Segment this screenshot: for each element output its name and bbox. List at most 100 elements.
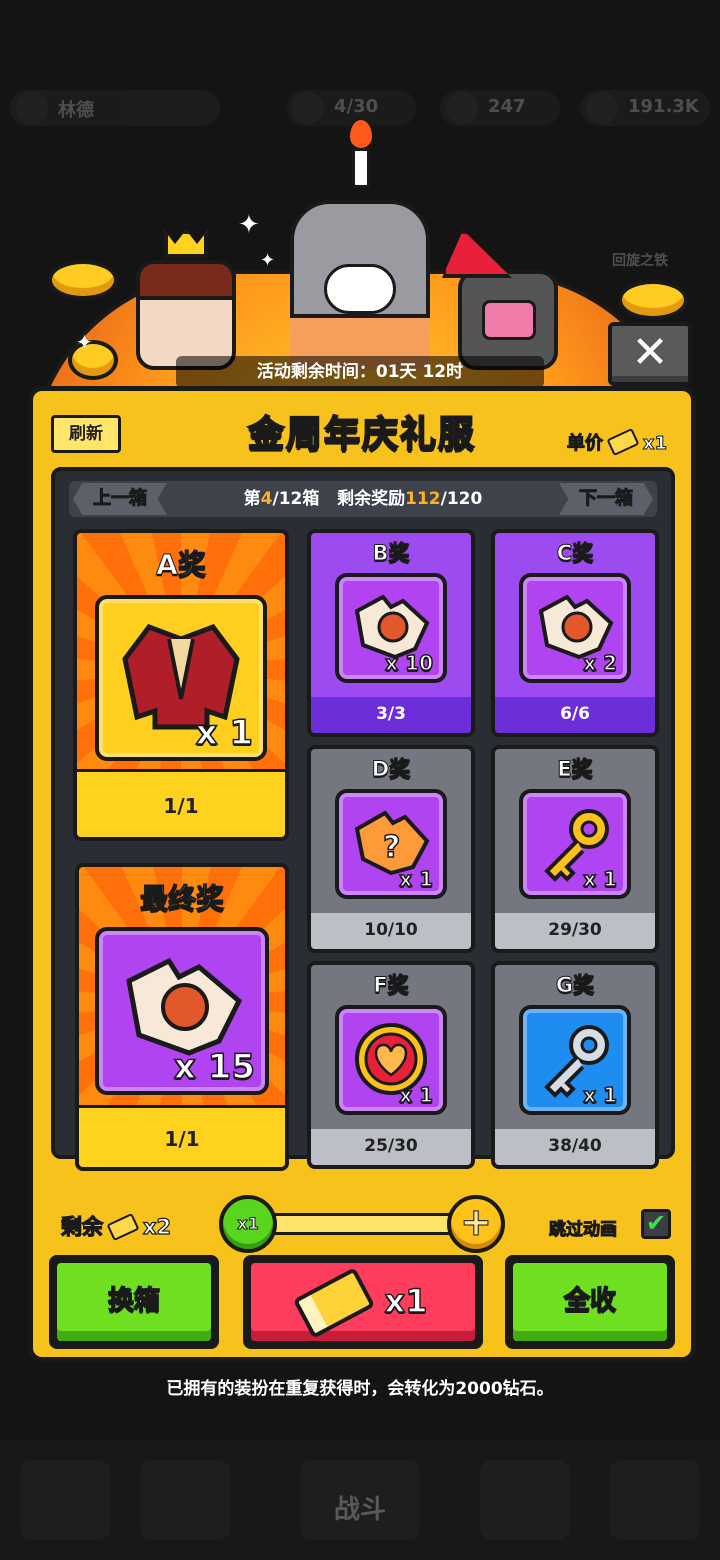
background-resource-value: 247	[488, 96, 526, 117]
box-progress-info: 第4/12箱 剩余奖励112/120	[179, 481, 547, 517]
background-resource-value: 4/30	[334, 96, 379, 117]
gold-key-icon: x 1	[519, 789, 631, 899]
background-resource-energy: 4/30	[286, 90, 416, 126]
reward-remaining: 112	[405, 489, 441, 509]
silver-key-icon: x 1	[519, 1005, 631, 1115]
ticket-icon	[292, 1267, 375, 1339]
background-resource-gems: 247	[440, 90, 560, 126]
swap-box-button[interactable]: 换箱	[49, 1255, 219, 1349]
draw-button[interactable]: x1	[243, 1255, 483, 1349]
close-button[interactable]: ✕	[608, 322, 692, 386]
draw-count-plus-button[interactable]: +	[447, 1195, 505, 1253]
screen: 林德 4/30 247 191.3K 回旋之铁 战斗 ✦ ✦ ✦ 活动剩余时间：…	[0, 0, 720, 1560]
unit-price: 单价 x1	[566, 427, 668, 457]
prize-count: 6/6	[495, 697, 655, 733]
prize-card-c[interactable]: C奖 x 2 6/6	[491, 529, 659, 737]
prize-count: 1/1	[79, 1105, 285, 1167]
prize-qty: x 15	[173, 1046, 256, 1088]
prize-count: 29/30	[495, 913, 655, 949]
gold-coin-icon	[48, 260, 118, 300]
skip-animation-label: 跳过动画	[549, 1220, 618, 1241]
prize-label: B奖	[372, 541, 410, 566]
puzzle-piece-icon: x 10	[335, 573, 447, 683]
next-box-button[interactable]: 下一箱	[559, 483, 653, 515]
prize-qty: x 2	[582, 650, 617, 676]
puzzle-piece-icon: x 2	[519, 573, 631, 683]
prize-label: D奖	[371, 757, 411, 782]
prize-card-a[interactable]: A奖 x 1 1/1	[73, 529, 289, 841]
prize-qty: x 1	[398, 1082, 433, 1108]
box-navigation: 上一箱 第4/12箱 剩余奖励112/120 下一箱	[69, 481, 657, 517]
prize-board: 上一箱 第4/12箱 剩余奖励112/120 下一箱 A奖 x 1 1/1 最终…	[51, 467, 675, 1171]
prize-card-e[interactable]: E奖 x 1 29/30	[491, 745, 659, 953]
background-resource-value: 191.3K	[628, 96, 699, 117]
prize-label: E奖	[557, 757, 593, 782]
sparkle-icon: ✦	[76, 330, 93, 354]
prize-label: G奖	[555, 973, 595, 998]
prize-card-b[interactable]: B奖 x 10 3/3	[307, 529, 475, 737]
plus-icon: +	[460, 1200, 493, 1245]
prize-count: 25/30	[311, 1129, 471, 1165]
heart-medal-icon: x 1	[335, 1005, 447, 1115]
checkmark-icon: ✔	[645, 1209, 667, 1237]
draw-button-face: x1	[251, 1263, 475, 1341]
puzzle-piece-icon: x 15	[95, 927, 269, 1095]
background-player-name: 林德	[58, 100, 94, 121]
reward-prefix: 剩余奖励	[337, 489, 406, 509]
cat-cake-character-icon	[290, 120, 430, 370]
prize-label: F奖	[373, 973, 409, 998]
background-tab-bar: 战斗	[0, 1440, 720, 1560]
remaining-label: 剩余	[60, 1214, 103, 1239]
prize-card-g[interactable]: G奖 x 1 38/40	[491, 961, 659, 1169]
ticket-icon	[606, 427, 640, 457]
collect-all-label: 全收	[513, 1263, 667, 1341]
background-resource-coins: 191.3K	[580, 90, 710, 126]
prize-label: A奖	[156, 548, 207, 582]
draw-count-min-button[interactable]: x1	[219, 1195, 277, 1253]
coin-icon	[586, 92, 618, 124]
avatar-icon	[16, 92, 48, 124]
remaining-tickets: 剩余 x2	[60, 1211, 172, 1242]
prize-card-f[interactable]: F奖 x 1 25/30	[307, 961, 475, 1169]
prize-count: 1/1	[77, 769, 285, 837]
prize-count: 3/3	[311, 697, 471, 733]
mystery-puzzle-icon: ? x 1	[335, 789, 447, 899]
sparkle-icon: ✦	[260, 250, 276, 271]
prize-qty: x 1	[195, 712, 254, 754]
svg-text:?: ?	[383, 830, 400, 865]
box-prefix: 第	[243, 489, 261, 509]
unit-price-label: 单价	[566, 433, 603, 455]
prize-qty: x 1	[582, 1082, 617, 1108]
princess-character-icon	[136, 230, 236, 370]
close-icon: ✕	[631, 327, 669, 378]
sparkle-icon: ✦	[238, 210, 260, 240]
prize-count: 10/10	[311, 913, 471, 949]
draw-count-slider[interactable]	[251, 1213, 475, 1235]
red-jacket-icon: x 1	[95, 595, 267, 761]
gacha-panel: 刷新 金周年庆礼服 单价 x1 上一箱 第4/12箱 剩余奖励112/120 下一…	[28, 386, 696, 1362]
box-total: /12箱	[272, 489, 320, 509]
prize-qty: x 10	[385, 650, 434, 676]
background-tab	[610, 1460, 700, 1540]
prize-label: 最终奖	[139, 882, 224, 916]
prize-card-final[interactable]: 最终奖 x 15 1/1	[75, 863, 289, 1171]
prev-box-button[interactable]: 上一箱	[73, 483, 167, 515]
prize-label: C奖	[556, 541, 594, 566]
background-tab	[20, 1460, 110, 1540]
prize-card-d[interactable]: D奖 ? x 1 10/10	[307, 745, 475, 953]
collect-all-button[interactable]: 全收	[505, 1255, 675, 1349]
event-timer: 活动剩余时间：01天 12时	[176, 356, 544, 388]
prize-count: 38/40	[495, 1129, 655, 1165]
gold-coin-icon	[618, 280, 688, 320]
box-current: 4	[260, 489, 273, 509]
jester-robot-character-icon	[442, 230, 558, 370]
unit-price-qty: x1	[642, 433, 667, 455]
background-tab-battle: 战斗	[300, 1460, 420, 1540]
background-player-badge: 林德	[10, 90, 220, 126]
gem-icon	[446, 92, 478, 124]
skip-animation-checkbox[interactable]: ✔	[641, 1209, 671, 1239]
reward-total: /120	[440, 489, 483, 509]
ticket-icon	[106, 1212, 140, 1242]
remaining-qty: x2	[142, 1214, 172, 1239]
background-tab	[140, 1460, 230, 1540]
